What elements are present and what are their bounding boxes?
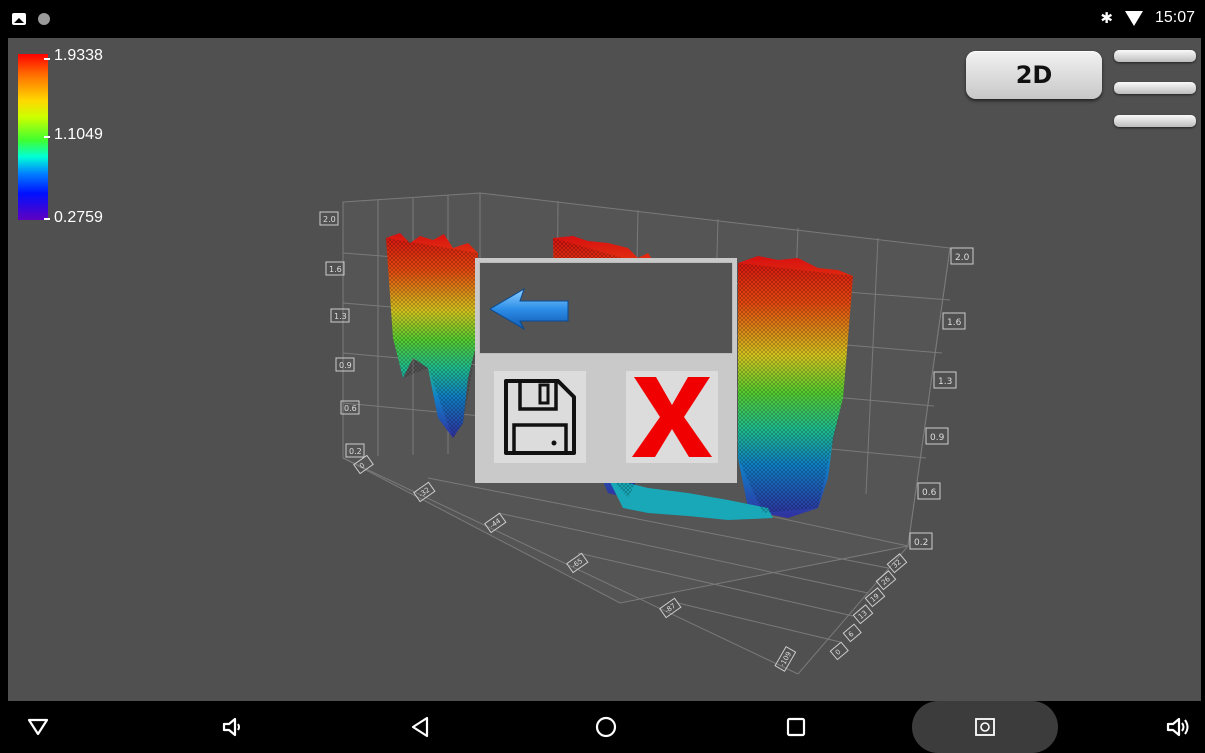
chart-viewport[interactable]: 2.0 1.6 1.3 0.9 0.6 0.2 2.0 1.6 1.3 0.9 … [8,38,1201,701]
home-icon[interactable] [588,701,624,753]
y-axis: 0 6 13 19 26 32 [829,553,908,661]
menu-icon-bar [1114,82,1196,94]
legend-mid: 1.1049 [54,126,103,143]
status-time: 15:07 [1154,9,1195,26]
dialog-header [479,262,733,354]
menu-button[interactable] [1114,50,1196,130]
y-tick: 0 [834,648,843,657]
z-tick-left: 0.6 [344,404,357,413]
z-tick-left: 2.0 [323,215,336,224]
status-bar: ✱ 15:07 [0,0,1205,38]
z-tick-right: 1.6 [947,318,962,328]
circle-icon [38,13,50,25]
color-legend: 1.9338 1.1049 0.2759 [18,47,138,226]
save-icon [504,379,576,455]
back-icon[interactable] [402,701,438,753]
close-button[interactable] [626,371,718,463]
z-tick-right: 0.2 [914,538,928,548]
legend-tick [44,136,50,138]
z-tick-left: 1.3 [334,312,347,321]
x-tick: -87 [663,602,677,615]
bluetooth-icon: ✱ [1100,9,1113,27]
z-tick-right: 0.6 [922,488,937,498]
view-2d-button[interactable]: 2D [966,51,1102,99]
save-button[interactable] [494,371,586,463]
back-arrow-icon[interactable] [490,287,572,331]
screenshot-icon[interactable] [967,701,1003,753]
image-icon [12,13,26,25]
save-dialog [475,258,737,483]
legend-max: 1.9338 [54,47,103,64]
volume-up-icon[interactable] [1160,701,1196,753]
menu-icon-bar [1114,115,1196,127]
z-tick-right: 2.0 [955,253,970,263]
wifi-icon [1124,10,1143,26]
recents-icon[interactable] [778,701,814,753]
nav-bar [0,701,1205,753]
collapse-icon[interactable] [20,701,56,753]
z-tick-left: 0.9 [339,361,352,370]
menu-icon-bar [1114,50,1196,62]
z-tick-left: 1.6 [329,265,342,274]
z-tick-right: 0.9 [930,433,945,443]
z-tick-left: 0.2 [349,447,362,456]
close-icon [632,377,712,457]
legend-tick [44,218,50,220]
volume-down-icon[interactable] [214,701,250,753]
legend-min: 0.2759 [54,209,103,226]
legend-tick [44,58,50,60]
z-tick-right: 1.3 [938,377,952,387]
